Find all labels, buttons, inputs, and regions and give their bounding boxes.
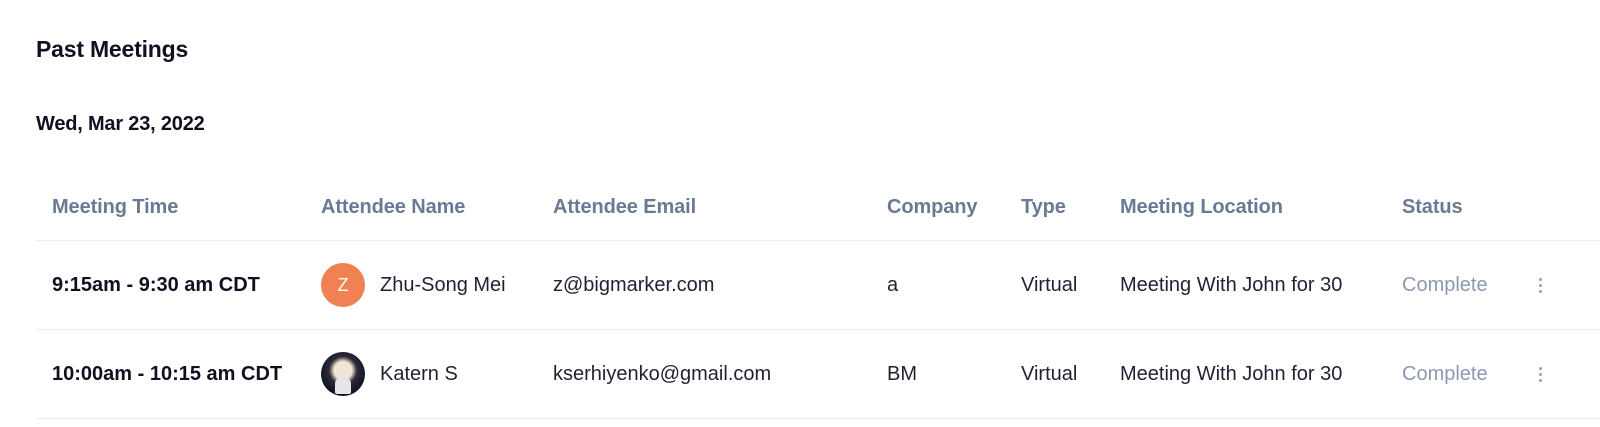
column-header-meeting-location: Meeting Location xyxy=(1120,195,1283,218)
avatar xyxy=(321,352,365,396)
status-label: Complete xyxy=(1402,362,1488,385)
column-header-attendee-name: Attendee Name xyxy=(321,195,466,218)
page-title: Past Meetings xyxy=(36,36,189,62)
column-header-company: Company xyxy=(887,195,978,218)
meeting-type: Virtual xyxy=(1021,362,1078,385)
attendee-name-cell: Z Zhu-Song Mei xyxy=(321,241,506,329)
attendee-email: kserhiyenko@gmail.com xyxy=(553,362,772,385)
kebab-menu-icon[interactable] xyxy=(1538,366,1542,382)
column-header-status: Status xyxy=(1402,195,1463,218)
past-meetings-page: Past Meetings Wed, Mar 23, 2022 Meeting … xyxy=(0,0,1600,427)
meeting-location: Meeting With John for 30 xyxy=(1120,362,1343,385)
meeting-time: 9:15am - 9:30 am CDT xyxy=(52,273,260,296)
meetings-table: Meeting Time Attendee Name Attendee Emai… xyxy=(36,176,1600,419)
column-header-attendee-email: Attendee Email xyxy=(553,195,697,218)
attendee-email: z@bigmarker.com xyxy=(553,273,715,296)
meeting-type: Virtual xyxy=(1021,273,1078,296)
column-header-type: Type xyxy=(1021,195,1066,218)
date-heading: Wed, Mar 23, 2022 xyxy=(36,113,205,135)
kebab-menu-icon[interactable] xyxy=(1538,277,1542,293)
table-row[interactable]: 9:15am - 9:30 am CDT Z Zhu-Song Mei z@bi… xyxy=(36,241,1600,330)
table-header-row: Meeting Time Attendee Name Attendee Emai… xyxy=(36,176,1600,241)
column-header-meeting-time: Meeting Time xyxy=(52,195,179,218)
status-label: Complete xyxy=(1402,273,1488,296)
avatar: Z xyxy=(321,263,365,307)
attendee-name: Katern S xyxy=(380,362,458,385)
company: BM xyxy=(887,362,917,385)
attendee-name-cell: Katern S xyxy=(321,330,458,418)
meeting-time: 10:00am - 10:15 am CDT xyxy=(52,362,283,385)
attendee-name: Zhu-Song Mei xyxy=(380,273,506,296)
meeting-location: Meeting With John for 30 xyxy=(1120,273,1343,296)
row-actions xyxy=(1530,330,1550,418)
company: a xyxy=(887,273,899,296)
row-actions xyxy=(1530,241,1550,329)
table-row[interactable]: 10:00am - 10:15 am CDT Katern S kserhiye… xyxy=(36,330,1600,419)
